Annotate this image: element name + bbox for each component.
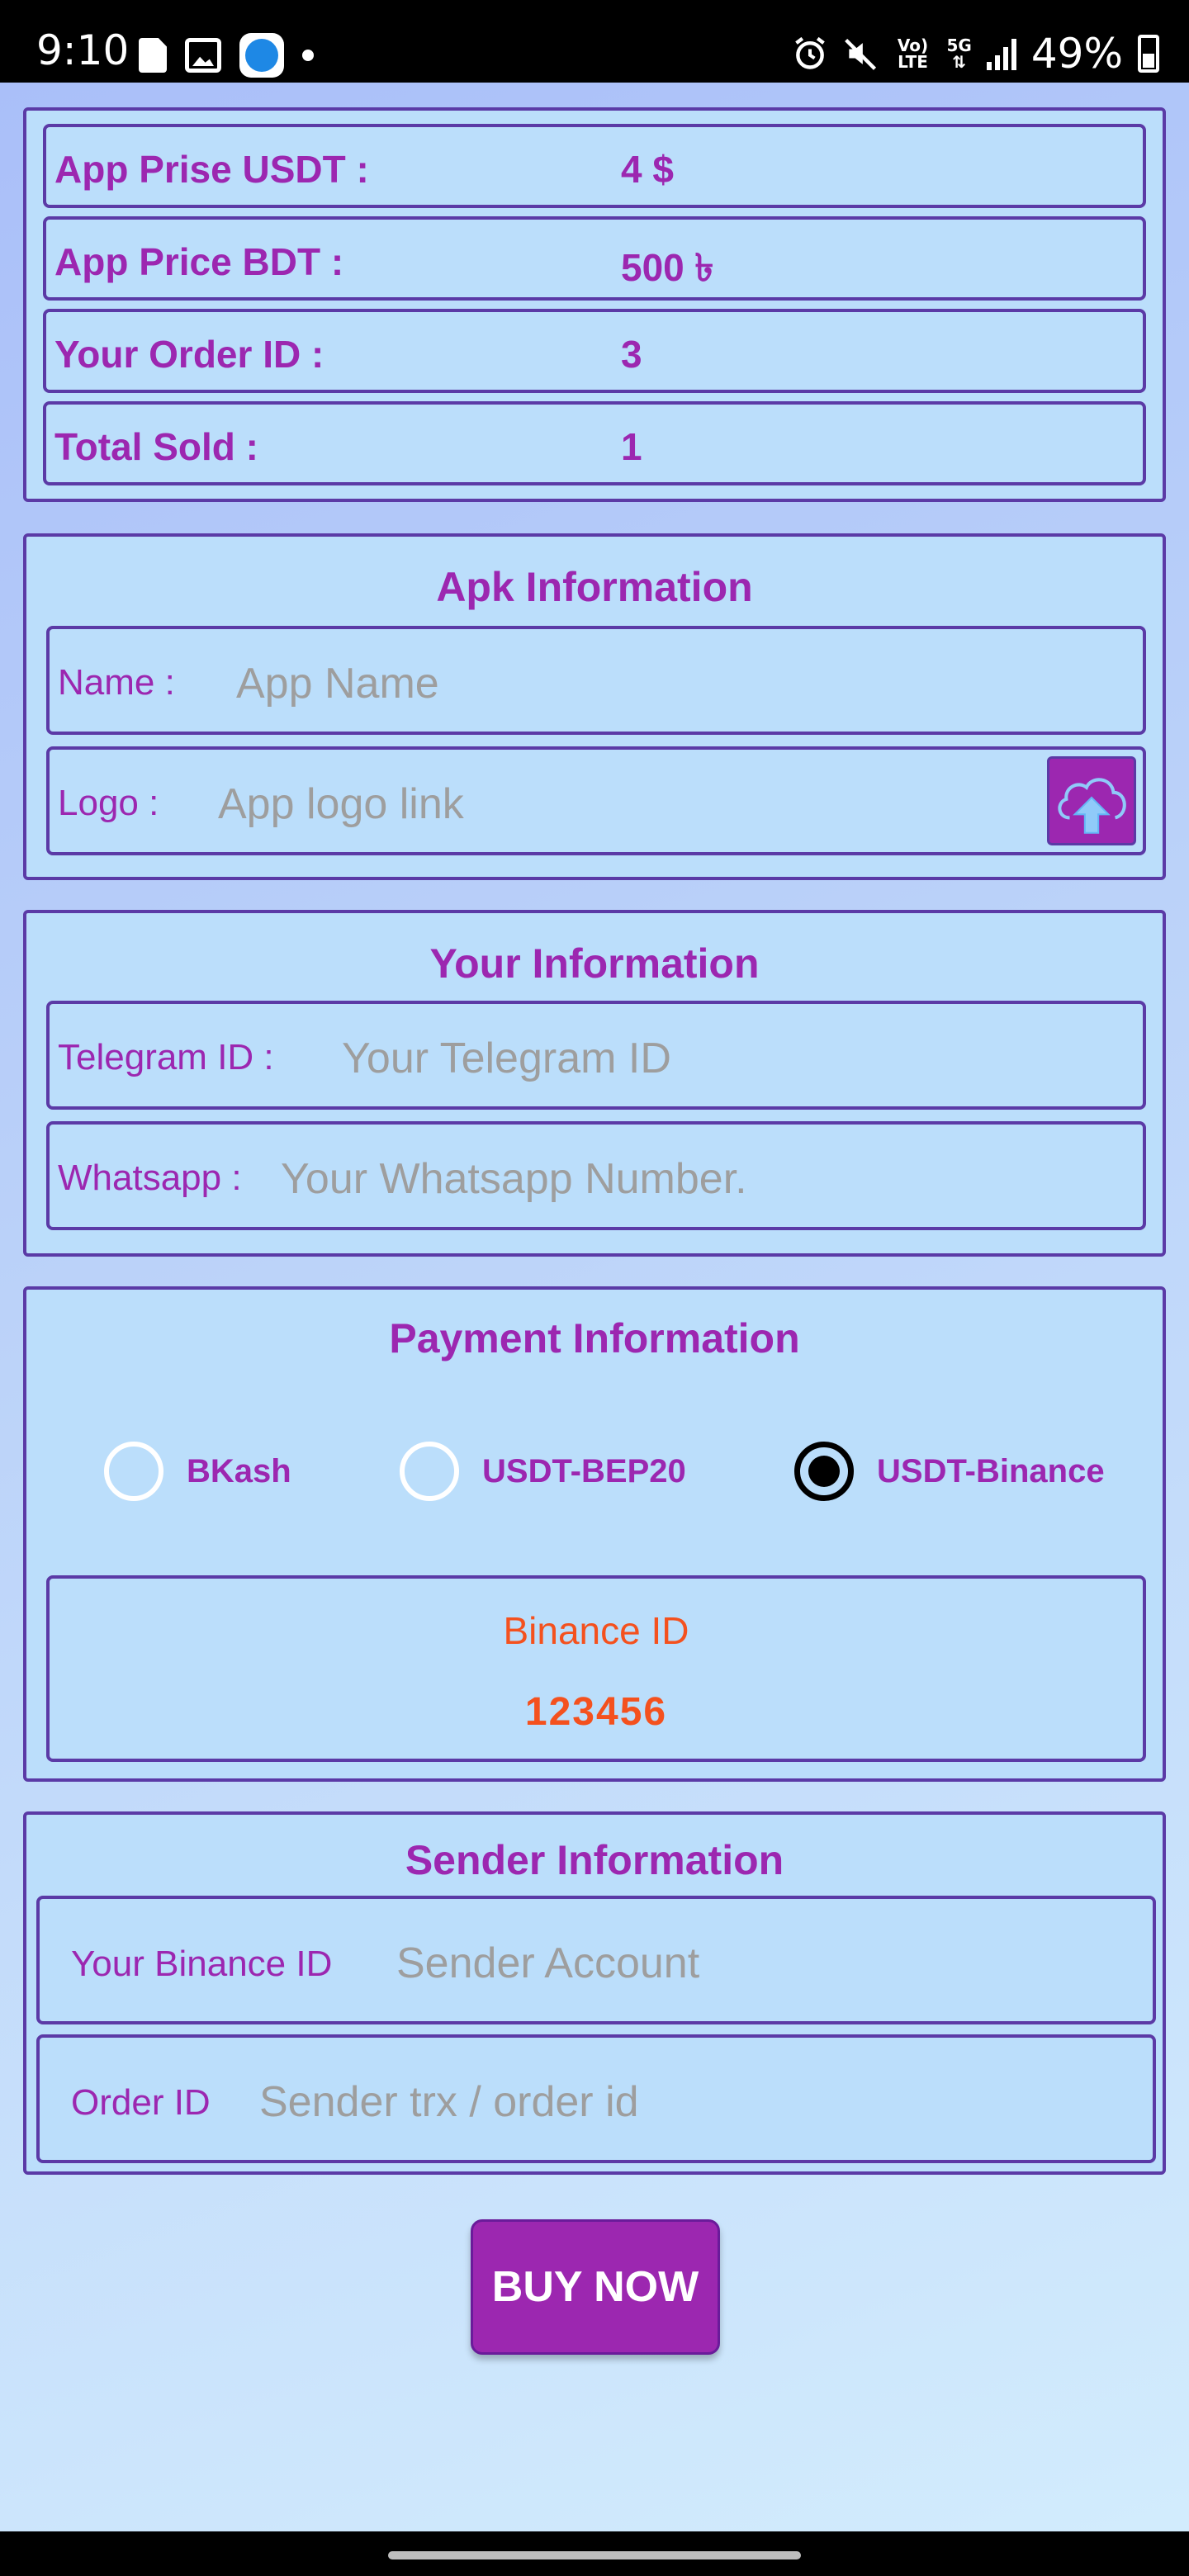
battery-percent: 49%: [1030, 30, 1123, 78]
binance-id-title: Binance ID: [503, 1609, 689, 1652]
payment-option-usdt-binance[interactable]: USDT-Binance: [794, 1442, 1105, 1501]
binance-id-box: Binance ID 123456: [46, 1575, 1146, 1762]
radio-checked-icon[interactable]: [794, 1442, 854, 1501]
app-name-label: Name :: [58, 662, 175, 703]
status-time: 9:10: [36, 26, 130, 74]
total-sold-label: Total Sold :: [54, 425, 259, 468]
app-logo-field[interactable]: Logo : App logo link: [46, 746, 1146, 855]
order-id-row: Your Order ID : 3: [43, 309, 1146, 393]
telegram-field[interactable]: Telegram ID : Your Telegram ID: [46, 1001, 1146, 1110]
notification-image-icon: [185, 38, 221, 73]
order-id-input-label: Order ID: [71, 2082, 211, 2123]
order-id-value: 3: [621, 333, 642, 376]
app-name-input[interactable]: App Name: [236, 659, 439, 708]
signal-icon: [986, 37, 1016, 70]
price-usdt-label: App Prise USDT :: [54, 148, 369, 191]
payment-option-usdt-bep20[interactable]: USDT-BEP20: [400, 1442, 686, 1501]
order-id-field[interactable]: Order ID Sender trx / order id: [36, 2034, 1156, 2163]
status-bar: 9:10 Vo) LTE 5G ⇅ 49%: [0, 0, 1189, 83]
price-bdt-label: App Price BDT :: [54, 240, 344, 283]
data-arrows-icon: ⇅: [952, 52, 967, 72]
your-info-title: Your Information: [429, 940, 760, 987]
app-name-field[interactable]: Name : App Name: [46, 626, 1146, 735]
app-logo-label: Logo :: [58, 783, 159, 823]
payment-option-label: USDT-Binance: [877, 1452, 1105, 1489]
price-row-usdt: App Prise USDT : 4 $: [43, 124, 1146, 208]
network-type: 5G ⇅: [947, 37, 972, 70]
sender-info-panel: Sender Information Your Binance ID Sende…: [23, 1811, 1166, 2175]
whatsapp-input[interactable]: Your Whatsapp Number.: [281, 1154, 747, 1204]
upload-logo-button[interactable]: [1047, 756, 1136, 845]
payment-info-title: Payment Information: [389, 1315, 800, 1361]
price-panel: App Prise USDT : 4 $ App Price BDT : 500…: [23, 107, 1166, 502]
sender-account-input[interactable]: Sender Account: [396, 1939, 699, 1988]
sender-account-field[interactable]: Your Binance ID Sender Account: [36, 1896, 1156, 2024]
more-notifications-icon: [302, 50, 314, 61]
whatsapp-field[interactable]: Whatsapp : Your Whatsapp Number.: [46, 1121, 1146, 1230]
navigation-bar: [0, 2531, 1189, 2576]
telegram-input[interactable]: Your Telegram ID: [342, 1034, 671, 1083]
notification-app-icon: [239, 33, 284, 78]
your-info-panel: Your Information Telegram ID : Your Tele…: [23, 910, 1166, 1257]
payment-option-label: BKash: [187, 1452, 291, 1489]
payment-info-panel: Payment Information BKash USDT-BEP20 USD…: [23, 1286, 1166, 1782]
order-id-label: Your Order ID :: [54, 333, 324, 376]
notification-doc-icon: [139, 38, 167, 73]
binance-id-value: 123456: [524, 1690, 668, 1734]
battery-icon: [1138, 35, 1159, 73]
apk-info-title: Apk Information: [436, 564, 753, 610]
telegram-label: Telegram ID :: [58, 1037, 274, 1077]
sender-info-title: Sender Information: [405, 1837, 784, 1883]
total-sold-row: Total Sold : 1: [43, 401, 1146, 485]
payment-option-bkash[interactable]: BKash: [104, 1442, 291, 1501]
volte-indicator: Vo) LTE: [897, 36, 929, 72]
whatsapp-label: Whatsapp :: [58, 1158, 242, 1198]
home-gesture-handle[interactable]: [388, 2551, 801, 2559]
apk-info-panel: Apk Information Name : App Name Logo : A…: [23, 533, 1166, 880]
payment-option-label: USDT-BEP20: [482, 1452, 686, 1489]
mute-icon: [844, 38, 876, 70]
network-type-label: 5G: [946, 36, 972, 55]
app-screen: App Prise USDT : 4 $ App Price BDT : 500…: [0, 83, 1189, 2531]
cloud-upload-icon: [1058, 778, 1126, 834]
app-logo-input[interactable]: App logo link: [218, 779, 464, 829]
radio-unchecked-icon[interactable]: [104, 1442, 163, 1501]
alarm-icon: [794, 36, 825, 69]
radio-unchecked-icon[interactable]: [400, 1442, 459, 1501]
buy-now-button[interactable]: BUY NOW: [471, 2219, 720, 2355]
total-sold-value: 1: [621, 425, 642, 468]
price-usdt-value: 4 $: [621, 148, 674, 191]
sender-account-label: Your Binance ID: [71, 1944, 333, 1984]
price-row-bdt: App Price BDT : 500 ৳: [43, 216, 1146, 301]
order-id-input[interactable]: Sender trx / order id: [259, 2077, 639, 2127]
price-bdt-value: 500 ৳: [621, 246, 714, 289]
